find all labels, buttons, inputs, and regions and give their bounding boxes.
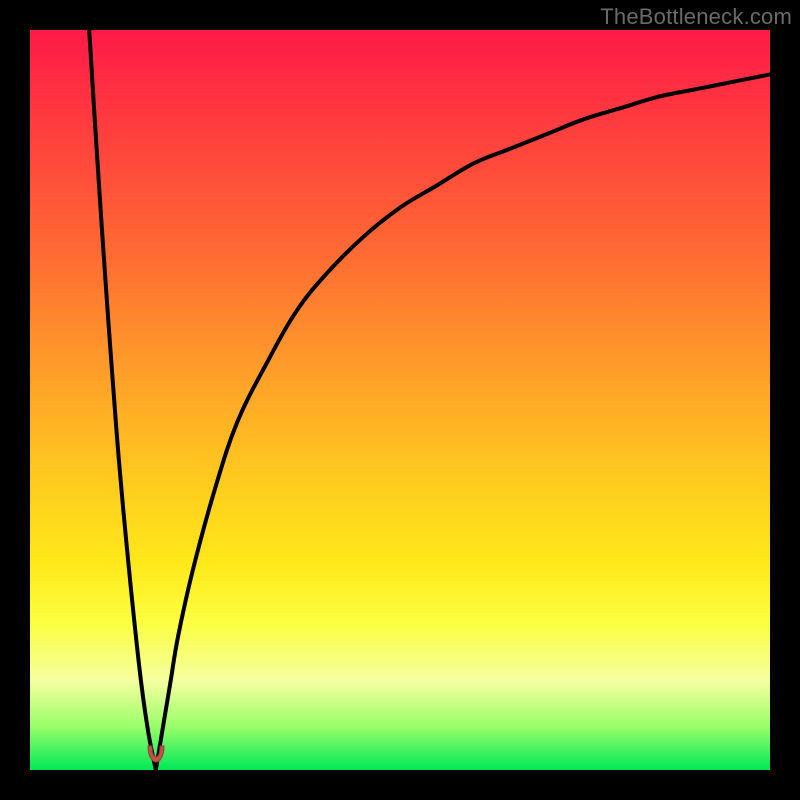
plot-area [30,30,770,770]
bottleneck-curve [30,30,770,770]
curve-left-branch [89,30,156,770]
curve-right-branch [156,74,770,770]
chart-frame: TheBottleneck.com [0,0,800,800]
optimal-marker [145,744,167,764]
watermark-text: TheBottleneck.com [600,4,792,30]
